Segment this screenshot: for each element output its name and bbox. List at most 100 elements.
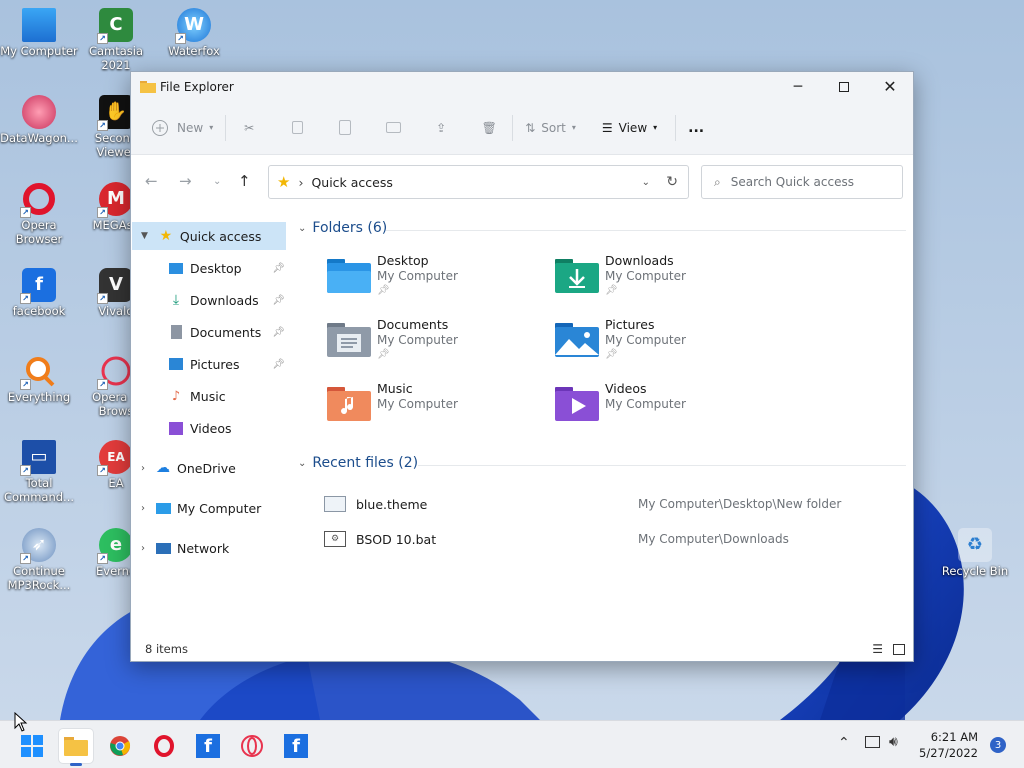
nav-item-music[interactable]: ♪ Music: [168, 383, 226, 409]
nav-item-pictures[interactable]: Pictures 📌︎: [168, 351, 285, 377]
maximize-button[interactable]: [821, 72, 867, 101]
section-divider: [418, 465, 906, 466]
start-button[interactable]: [15, 729, 49, 763]
taskbar-facebook-2[interactable]: f: [279, 729, 313, 763]
refresh-button[interactable]: ↻: [666, 174, 678, 190]
toolbar-divider: [225, 114, 227, 141]
forward-button[interactable]: →: [179, 172, 192, 190]
folder-tile-pictures[interactable]: Pictures My Computer 📌︎: [555, 317, 775, 373]
desktop-icon-everything[interactable]: ↗ Everything: [0, 354, 78, 404]
windows-logo-icon: [21, 735, 43, 757]
pin-icon: 📌︎: [377, 285, 390, 296]
view-button[interactable]: ☰ View ▾: [602, 121, 657, 135]
minimize-button[interactable]: ─: [775, 72, 821, 101]
copy-button[interactable]: [286, 117, 308, 139]
nav-item-network[interactable]: › Network: [141, 535, 229, 561]
desktop-icon-opera-browser[interactable]: ↗ Opera Browser: [0, 182, 78, 246]
chevron-down-icon: ⌄: [298, 457, 307, 469]
nav-item-onedrive[interactable]: › ☁ OneDrive: [141, 455, 236, 481]
more-options-button[interactable]: ...: [688, 120, 704, 136]
folder-tile-videos[interactable]: Videos My Computer: [555, 381, 775, 437]
taskbar-file-explorer[interactable]: [59, 729, 93, 766]
nav-item-quick-access[interactable]: ▼ ★ Quick access: [141, 223, 261, 249]
tiles-view-button[interactable]: [893, 643, 905, 655]
nav-item-videos[interactable]: Videos: [168, 415, 232, 441]
desktop-icon-waterfox[interactable]: W ↗ Waterfox: [155, 8, 233, 58]
taskbar-chrome[interactable]: [103, 729, 137, 763]
nav-item-my-computer[interactable]: › My Computer: [141, 495, 261, 521]
folder-icon: [140, 81, 156, 93]
desktop-icon-total-commander[interactable]: ▭ ↗ Total Command...: [0, 440, 78, 504]
pin-icon: 📌︎: [272, 358, 285, 370]
desktop-icon-mp3rocket[interactable]: ➶ ↗ Continue MP3Rock...: [0, 528, 78, 592]
section-divider: [386, 230, 906, 231]
chevron-right-icon: ›: [141, 502, 145, 514]
opera-gx-icon: [241, 735, 263, 757]
folder-tile-downloads[interactable]: Downloads My Computer 📌︎: [555, 253, 775, 309]
chevron-right-icon: ›: [141, 542, 145, 554]
share-icon: ⇪: [436, 120, 447, 135]
show-hidden-icons-button[interactable]: ⌃: [838, 735, 850, 751]
desktop-icon-recycle-bin[interactable]: ♻ Recycle Bin: [936, 528, 1014, 578]
desktop-folder-icon: [327, 259, 371, 293]
minimize-icon: ─: [793, 78, 803, 95]
recent-file-row[interactable]: ⚙ BSOD 10.bat My Computer\Downloads: [324, 527, 884, 551]
taskbar-opera[interactable]: [147, 729, 181, 763]
address-bar[interactable]: ★ › Quick access ⌄ ↻: [268, 165, 689, 199]
videos-folder-icon: [555, 387, 599, 421]
details-view-button[interactable]: ☰: [872, 642, 883, 656]
rename-button[interactable]: [382, 117, 404, 139]
monitor-icon: [155, 500, 171, 516]
breadcrumb-quick-access[interactable]: Quick access: [311, 175, 392, 190]
chevron-down-icon: ▾: [653, 123, 658, 132]
back-button[interactable]: ←: [145, 172, 158, 190]
view-list-icon: ☰: [601, 120, 613, 135]
up-button[interactable]: ↑: [238, 172, 251, 190]
nav-item-downloads[interactable]: ⤓ Downloads 📌︎: [168, 287, 285, 313]
delete-button[interactable]: 🗑︎: [478, 117, 500, 139]
clock-time: 6:21 AM: [930, 730, 978, 744]
network-tray-icon[interactable]: [865, 736, 880, 748]
desktop-icon-facebook[interactable]: f ↗ facebook: [0, 268, 78, 318]
folder-tile-desktop[interactable]: Desktop My Computer 📌︎: [327, 253, 547, 309]
address-dropdown-button[interactable]: ⌄: [642, 177, 650, 188]
taskbar-opera-gx[interactable]: [235, 729, 269, 763]
recent-files-section-header[interactable]: ⌄ Recent files (2): [298, 455, 418, 471]
hand-icon: ✋ ↗: [97, 95, 133, 131]
nav-item-desktop[interactable]: Desktop 📌︎: [168, 255, 285, 281]
desktop-icon-camtasia[interactable]: C ↗ Camtasia 2021: [77, 8, 155, 72]
music-icon: ♪: [171, 388, 181, 404]
recent-locations-button[interactable]: ⌄: [213, 176, 221, 187]
search-placeholder: Search Quick access: [730, 175, 854, 189]
cut-button[interactable]: ✂: [238, 117, 260, 139]
paste-button[interactable]: [334, 117, 356, 139]
sort-button[interactable]: ⇅ Sort ▾: [525, 121, 576, 135]
nav-item-documents[interactable]: Documents 📌︎: [168, 319, 285, 345]
mouse-cursor-icon: [14, 712, 28, 732]
taskbar-facebook[interactable]: f: [191, 729, 225, 763]
cloud-icon: ☁: [156, 460, 170, 476]
recent-file-row[interactable]: blue.theme My Computer\Desktop\New folde…: [324, 492, 884, 516]
mega-icon: M ↗: [97, 182, 133, 218]
item-count: 8 items: [145, 642, 188, 656]
folders-section-header[interactable]: ⌄ Folders (6): [298, 220, 387, 236]
folder-tile-documents[interactable]: Documents My Computer 📌︎: [327, 317, 547, 373]
system-clock[interactable]: 6:21 AM 5/27/2022: [919, 729, 978, 761]
title-bar[interactable]: File Explorer ─ ✕: [131, 72, 913, 101]
facebook-icon: f: [196, 734, 220, 758]
navigation-pane: ▼ ★ Quick access Desktop 📌︎ ⤓ Downloads …: [131, 209, 291, 639]
datawagon-icon: [22, 95, 56, 129]
volume-tray-icon[interactable]: 🔊︎: [889, 734, 898, 750]
desktop-icon-datawagon[interactable]: DataWagon...: [0, 95, 78, 145]
search-box[interactable]: ⌕ Search Quick access: [701, 165, 903, 199]
share-button[interactable]: ⇪: [430, 117, 452, 139]
folder-tile-music[interactable]: Music My Computer: [327, 381, 547, 437]
opera-gx-icon: ↗: [97, 354, 133, 390]
desktop-icon-my-computer[interactable]: My Computer: [0, 8, 78, 58]
new-button[interactable]: New ▾: [149, 117, 213, 139]
notification-badge[interactable]: 3: [990, 737, 1006, 753]
batch-file-icon: ⚙: [324, 531, 346, 547]
close-button[interactable]: ✕: [867, 72, 913, 101]
sort-icon: ⇅: [525, 120, 536, 135]
star-icon: ★: [277, 173, 291, 191]
